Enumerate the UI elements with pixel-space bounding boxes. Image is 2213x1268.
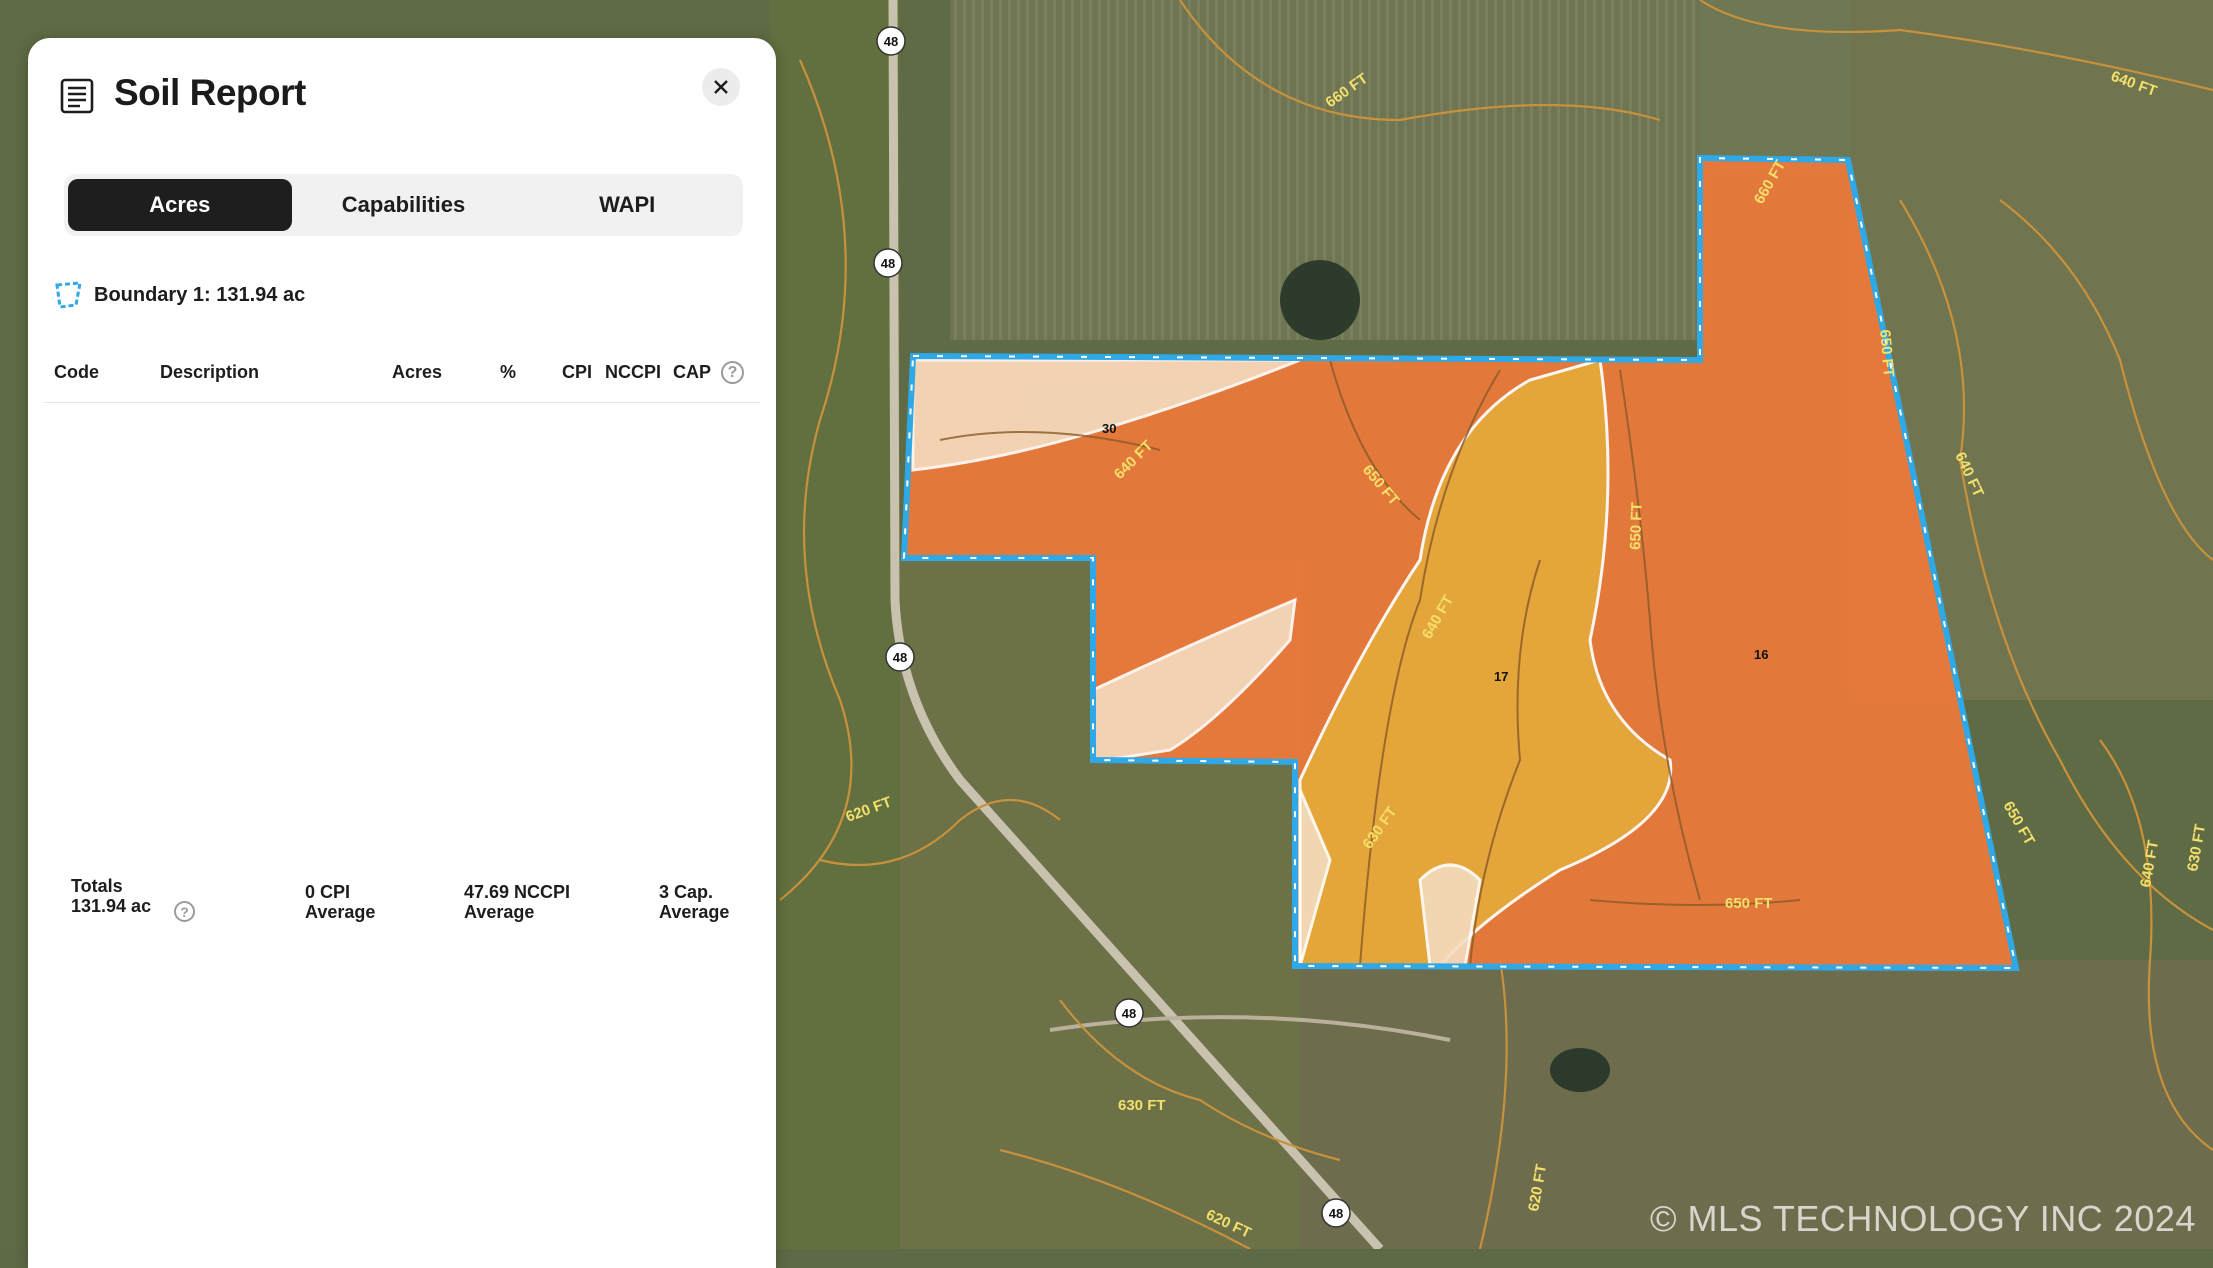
header-nccpi: NCCPI <box>605 362 662 382</box>
close-icon <box>714 80 728 94</box>
panel-header: Soil Report <box>60 66 750 126</box>
soil-map-label: 17 <box>1494 669 1508 684</box>
svg-text:48: 48 <box>1329 1206 1343 1221</box>
pond-2 <box>1550 1048 1610 1092</box>
totals-cpi: 0 CPI Average <box>305 882 376 922</box>
svg-text:48: 48 <box>893 650 907 665</box>
header-acres: Acres <box>392 362 443 382</box>
close-button[interactable] <box>702 68 740 106</box>
tab-wapi[interactable]: WAPI <box>515 179 739 231</box>
soil-table: Code Description Acres % CPI NCCPI CAP ? <box>44 344 760 403</box>
help-icon[interactable]: ? <box>721 361 744 384</box>
report-icon <box>60 78 94 114</box>
table-header: Code Description Acres % CPI NCCPI CAP ? <box>44 344 760 403</box>
tab-capabilities[interactable]: Capabilities <box>292 179 516 231</box>
road-shield: 48 <box>873 248 903 278</box>
soil-report-panel: Soil Report Acres Capabilities WAPI Boun… <box>28 38 776 1268</box>
svg-text:48: 48 <box>881 256 895 271</box>
totals-cap: 3 Cap. Average <box>659 882 730 922</box>
totals-row: Totals 131.94 ac ? 0 CPI Average 47.69 NC… <box>44 876 760 946</box>
svg-text:48: 48 <box>1122 1006 1136 1021</box>
header-description: Description <box>160 362 260 382</box>
header-cap: CAP <box>673 362 712 382</box>
road-shield: 48 <box>885 642 915 672</box>
tab-acres[interactable]: Acres <box>68 179 292 231</box>
report-tabs: Acres Capabilities WAPI <box>64 174 743 236</box>
soil-map-label: 30 <box>1102 421 1116 436</box>
contour-label: 650 FT <box>1627 502 1646 550</box>
road-shield: 48 <box>876 26 906 56</box>
header-percent: % <box>500 362 517 382</box>
contour-label: 630 FT <box>1118 1097 1166 1114</box>
soil-map-label: 16 <box>1754 647 1768 662</box>
boundary-label: Boundary 1: 131.94 ac <box>94 283 306 306</box>
copyright-watermark: © MLS TECHNOLOGY INC 2024 <box>1650 1198 2196 1239</box>
header-cpi: CPI <box>562 362 593 382</box>
header-code: Code <box>54 362 99 382</box>
totals-label: Totals 131.94 ac <box>71 876 152 916</box>
road-shield: 48 <box>1321 1198 1351 1228</box>
totals-nccpi: 47.69 NCCPI Average <box>464 882 571 922</box>
boundary-icon <box>55 281 82 309</box>
svg-text:48: 48 <box>884 34 898 49</box>
field-strip <box>770 0 900 1249</box>
boundary-summary: Boundary 1: 131.94 ac <box>54 278 305 312</box>
contour-label: 650 FT <box>1725 895 1773 912</box>
road-shield: 48 <box>1114 998 1144 1028</box>
panel-title: Soil Report <box>114 72 306 113</box>
help-icon[interactable]: ? <box>174 901 195 922</box>
pond <box>1280 260 1360 340</box>
